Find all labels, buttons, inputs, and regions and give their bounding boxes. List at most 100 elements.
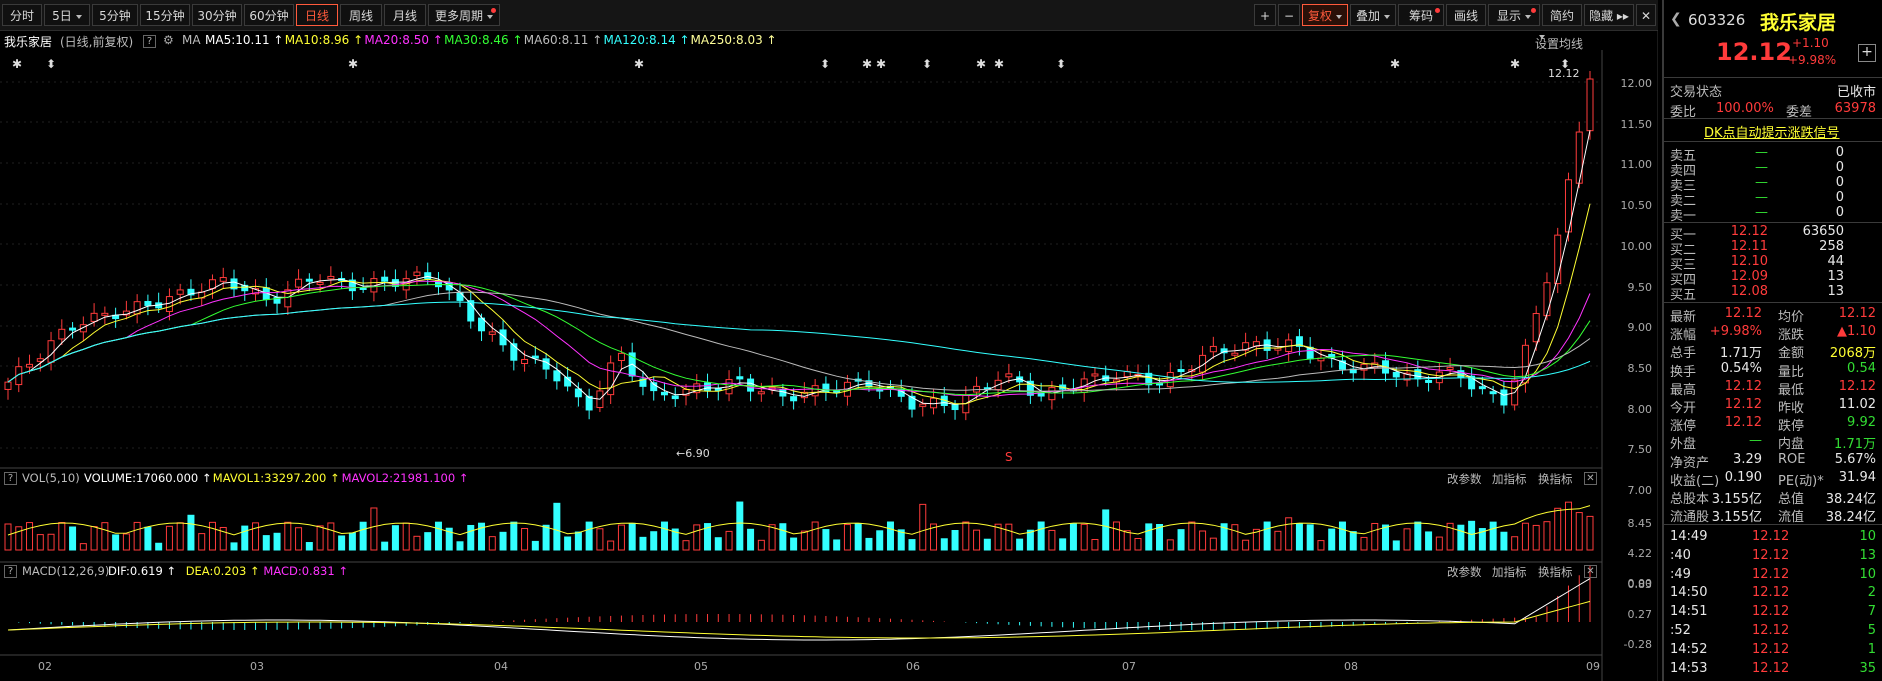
period-tab-15min[interactable]: 15分钟: [140, 4, 190, 26]
macd-add-indicator-button[interactable]: 加指标: [1492, 564, 1527, 580]
ask-row[interactable]: 卖二 —0: [1668, 190, 1878, 209]
event-marker-icon[interactable]: ⬍: [46, 57, 56, 71]
draw-line-button[interactable]: 画线: [1446, 4, 1486, 26]
fuquan-button[interactable]: 复权: [1302, 4, 1348, 26]
ask-row[interactable]: 卖五 —0: [1668, 145, 1878, 164]
hide-panel-button[interactable]: 隐藏 ▸▸: [1584, 4, 1634, 26]
question-icon[interactable]: ?: [4, 565, 17, 578]
level-volume: 0: [1835, 190, 1844, 205]
event-marker-icon[interactable]: ✱: [348, 57, 358, 71]
close-icon[interactable]: ✕: [1636, 4, 1656, 26]
volume-bar: [499, 531, 507, 551]
event-marker-icon[interactable]: ✱: [1390, 57, 1400, 71]
event-marker-icon[interactable]: ✱: [634, 57, 644, 71]
stat-row: 净资产 3.29 ROE 5.67%: [1668, 451, 1878, 471]
candle-body: [736, 376, 744, 380]
bid-row[interactable]: 买五 12.08 13: [1668, 284, 1878, 303]
ask-row[interactable]: 卖三 —0: [1668, 175, 1878, 194]
bid-row[interactable]: 买一 12.12 63650: [1668, 224, 1878, 243]
level-price: —: [1755, 175, 1768, 190]
display-button[interactable]: 显示: [1488, 4, 1540, 26]
divider: [1664, 222, 1882, 223]
period-tab-weekly[interactable]: 周线: [340, 4, 382, 26]
macd-indicator-name: MACD(12,26,9): [22, 564, 110, 578]
simple-mode-button[interactable]: 简约: [1542, 4, 1582, 26]
volume-bar: [1188, 521, 1196, 551]
bid-row[interactable]: 买二 12.11 258: [1668, 239, 1878, 258]
stat-value: 9.92: [1847, 415, 1876, 431]
event-marker-icon[interactable]: ✱: [976, 57, 986, 71]
event-marker-icon[interactable]: ⬍: [1056, 57, 1066, 71]
tick-row: 14:51 12.12 7: [1668, 603, 1878, 621]
candle-body: [951, 404, 959, 411]
close-icon[interactable]: ✕: [1584, 565, 1597, 578]
stat-value: 3.155亿: [1711, 492, 1762, 507]
volume-bar: [1371, 522, 1379, 551]
period-toolbar: 分时 5日 5分钟 15分钟 30分钟 60分钟 日线 周线 月线 更多周期 +…: [0, 0, 1658, 31]
month-label: 03: [250, 660, 264, 673]
event-marker-icon[interactable]: ✱: [862, 57, 872, 71]
event-marker-icon[interactable]: ✱: [994, 57, 1004, 71]
ask-row[interactable]: 卖一 —0: [1668, 205, 1878, 224]
candle-body: [488, 331, 496, 335]
candle-body: [69, 327, 77, 331]
volume-bar: [316, 525, 324, 551]
tick-time: 14:51: [1670, 604, 1708, 620]
period-tab-30min[interactable]: 30分钟: [192, 4, 242, 26]
vol-edit-params-button[interactable]: 改参数: [1447, 471, 1482, 487]
period-tab-fenshi[interactable]: 分时: [2, 4, 42, 26]
zoom-out-button[interactable]: −: [1278, 4, 1300, 26]
tick-row: 14:49 12.12 10: [1668, 528, 1878, 546]
vol-add-indicator-button[interactable]: 加指标: [1492, 471, 1527, 487]
vol-values-item: MAVOL2:21981.100 ↑: [341, 471, 469, 485]
chart-stock-name: 我乐家居: [4, 35, 53, 49]
volume-bar: [58, 521, 66, 551]
gear-icon[interactable]: ⚙: [163, 33, 174, 47]
volume-bar: [1123, 530, 1131, 551]
period-tab-5day[interactable]: 5日: [44, 4, 90, 26]
bid-row[interactable]: 买三 12.10 44: [1668, 254, 1878, 273]
event-marker-icon[interactable]: ⬍: [820, 57, 830, 71]
add-watchlist-icon[interactable]: +: [1858, 44, 1876, 62]
period-tab-monthly[interactable]: 月线: [384, 4, 426, 26]
event-marker-icon[interactable]: ✱: [12, 57, 22, 71]
bid-row[interactable]: 买四 12.09 13: [1668, 269, 1878, 288]
question-icon[interactable]: ?: [4, 472, 17, 485]
macd-switch-indicator-button[interactable]: 换指标: [1538, 564, 1573, 580]
stat-label: 外盘: [1670, 437, 1697, 453]
event-marker-icon[interactable]: ✱: [1510, 57, 1520, 71]
more-periods-button[interactable]: 更多周期: [428, 4, 500, 26]
event-marker-icon[interactable]: ✱: [876, 57, 886, 71]
period-tab-5min[interactable]: 5分钟: [92, 4, 138, 26]
tick-time: :49: [1670, 566, 1691, 582]
stat-value: —: [1749, 433, 1762, 449]
volume-bar: [682, 540, 690, 551]
vol-switch-indicator-button[interactable]: 换指标: [1538, 471, 1573, 487]
period-tab-60min[interactable]: 60分钟: [244, 4, 294, 26]
tick-price: 12.12: [1752, 660, 1790, 676]
stock-app: 分时 5日 5分钟 15分钟 30分钟 60分钟 日线 周线 月线 更多周期 +…: [0, 0, 1882, 681]
overlay-button[interactable]: 叠加: [1350, 4, 1396, 26]
candle-body: [327, 275, 335, 280]
zoom-in-button[interactable]: +: [1254, 4, 1276, 26]
prev-stock-icon[interactable]: ❮: [1670, 11, 1682, 27]
vol-values-item: VOLUME:17060.000 ↑: [84, 471, 212, 485]
ma-label: MA: [182, 33, 201, 47]
macd-axis-label: 0.83: [1627, 578, 1653, 591]
stat-row: 收益(二) 0.190 PE(动)* 31.94: [1668, 469, 1878, 489]
stat-label: 涨停: [1670, 419, 1697, 435]
period-tab-daily[interactable]: 日线: [296, 4, 338, 26]
event-marker-icon[interactable]: ⬍: [922, 57, 932, 71]
stat-label: 昨收: [1778, 401, 1805, 416]
chips-button[interactable]: 筹码: [1398, 4, 1444, 26]
volume-bar: [800, 530, 808, 551]
level-volume: 13: [1827, 269, 1844, 284]
ask-row[interactable]: 卖四 —0: [1668, 160, 1878, 179]
stat-label: 金额: [1778, 346, 1805, 362]
kline-chart[interactable]: ✱ ⬍ ✱ ✱ ⬍ ✱ ✱ ⬍ ✱ ✱ ⬍ ✱ ✱ ⬍12.12←6.90 S: [0, 30, 1658, 681]
tick-price: 12.12: [1752, 641, 1790, 657]
macd-edit-params-button[interactable]: 改参数: [1447, 564, 1482, 580]
dk-signal-link[interactable]: DK点自动提示涨跌信号: [1704, 122, 1840, 141]
stat-row: 总股本 3.155亿 总值 38.24亿: [1668, 487, 1878, 507]
close-icon[interactable]: ✕: [1584, 472, 1597, 485]
